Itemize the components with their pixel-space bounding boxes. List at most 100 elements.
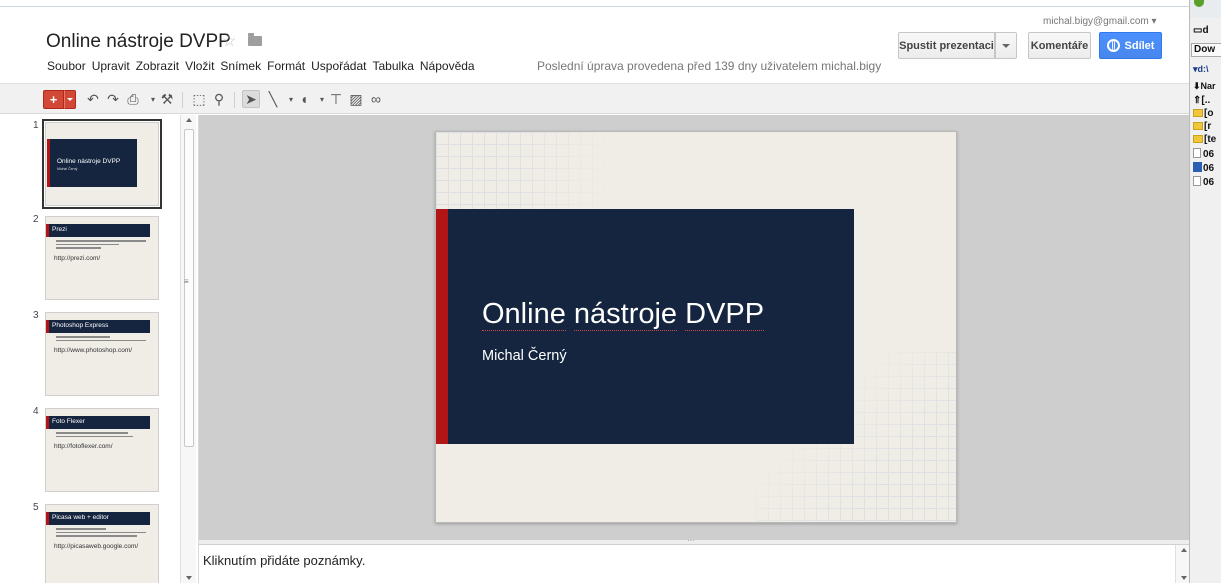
slide-thumbnail-3[interactable]: Photoshop Express http://www.photoshop.c… <box>45 312 159 396</box>
menu-insert[interactable]: Vložit <box>185 59 214 73</box>
menu-edit[interactable]: Upravit <box>92 59 130 73</box>
scroll-up-icon[interactable] <box>186 118 192 122</box>
thumb-title: Online nástroje DVPP <box>57 158 121 165</box>
paint-format-icon[interactable]: ⚒ <box>158 90 176 108</box>
thumb-bullets <box>56 432 146 439</box>
slide-number: 4 <box>33 406 39 417</box>
scroll-up-icon[interactable] <box>1181 548 1187 552</box>
slide-thumbnail-4[interactable]: Foto Flexer http://fotoflexer.com/ <box>45 408 159 492</box>
toolbar-separator <box>234 92 235 108</box>
thumb-title: Photoshop Express <box>52 322 109 329</box>
notes-scrollbar[interactable] <box>1175 545 1189 583</box>
globe-icon <box>1106 39 1120 52</box>
slide-thumbnail-2[interactable]: Prezi http://prezi.com/ <box>45 216 159 300</box>
file-icon <box>1193 148 1201 158</box>
toolbar: + ↶ ↷ ⎙ ▾ ⚒ ⬚ ⚲ ➤ ╲ ▾ ◖ ▾ ⊤ ▨ ∞ <box>0 83 1189 114</box>
thumb-bullets <box>56 240 146 251</box>
thumb-title-band: Foto Flexer <box>46 416 150 429</box>
menu-help[interactable]: Nápověda <box>420 59 475 73</box>
slide-subtitle[interactable]: Michal Černý <box>482 348 567 364</box>
link-icon[interactable]: ∞ <box>367 90 385 108</box>
folder-icon[interactable] <box>248 33 262 46</box>
textbox-icon[interactable]: ⊤ <box>327 90 345 108</box>
file-row[interactable]: [o <box>1193 108 1213 119</box>
file-row[interactable]: 06 <box>1193 176 1214 188</box>
title-word: nástroje <box>573 298 678 331</box>
menu-slide[interactable]: Snímek <box>220 59 261 73</box>
menu-table[interactable]: Tabulka <box>373 59 414 73</box>
share-label: Sdílet <box>1124 39 1155 52</box>
share-button[interactable]: Sdílet <box>1099 32 1162 59</box>
menu-file[interactable]: Soubor <box>47 59 86 73</box>
panel-header <box>1190 0 1221 18</box>
path-text: Dow <box>1194 44 1216 55</box>
line-icon[interactable]: ╲ <box>264 90 282 108</box>
name-column-header[interactable]: ⬇Nar <box>1193 81 1216 92</box>
file-row[interactable]: ⇑[.. <box>1193 95 1210 106</box>
thumb-title-band: Photoshop Express <box>46 320 150 333</box>
title-word: Online <box>482 298 566 331</box>
slide-thumbnail-5[interactable]: Picasa web + editor http://picasaweb.goo… <box>45 504 159 583</box>
menu-format[interactable]: Formát <box>267 59 305 73</box>
scroll-down-icon[interactable] <box>1181 576 1187 580</box>
fit-icon[interactable]: ⬚ <box>190 90 208 108</box>
word-doc-icon <box>1193 162 1202 172</box>
title-block: Online nástroje DVPP Michal Černý <box>436 209 854 444</box>
shape-icon[interactable]: ◖ <box>295 90 313 108</box>
drive-select[interactable]: ▾d:\ <box>1193 64 1209 75</box>
account-menu[interactable]: michal.bigy@gmail.com ▾ <box>1043 16 1157 27</box>
slide-canvas: Online nástroje DVPP Michal Černý <box>199 115 1189 539</box>
file-row[interactable]: [te <box>1193 134 1216 145</box>
slide-thumbnail-1[interactable]: Online nástroje DVPP Michal Černý <box>42 119 162 209</box>
comments-button[interactable]: Komentáře <box>1028 32 1091 59</box>
presentation-options-button[interactable] <box>995 32 1017 59</box>
filmstrip-scrollbar[interactable]: ≡ <box>180 115 196 583</box>
select-cursor-icon[interactable]: ➤ <box>242 90 260 108</box>
slide-number: 2 <box>33 214 39 225</box>
undo-icon[interactable]: ↶ <box>84 90 102 108</box>
thumb-title: Picasa web + editor <box>52 514 109 521</box>
file-manager-panel: ▭d Dow ▾d:\ ⬇Nar ⇑[.. [o [r [te 06 06 06 <box>1189 0 1221 583</box>
chevron-down-icon <box>67 98 73 101</box>
thumb-bullets <box>56 528 146 539</box>
last-edit-link[interactable]: Poslední úprava provedena před 139 dny u… <box>537 59 881 73</box>
thumb-bullets <box>56 336 146 343</box>
star-icon[interactable]: ☆ <box>222 31 236 51</box>
print-icon[interactable]: ⎙ <box>124 90 142 108</box>
zoom-icon[interactable]: ⚲ <box>210 90 228 108</box>
menu-view[interactable]: Zobrazit <box>136 59 179 73</box>
speaker-notes[interactable]: Kliknutím přidáte poznámky. <box>199 545 1189 583</box>
notes-placeholder[interactable]: Kliknutím přidáte poznámky. <box>203 553 365 568</box>
path-box[interactable]: Dow <box>1191 43 1221 57</box>
scroll-down-icon[interactable] <box>186 576 192 580</box>
file-row[interactable]: 06 <box>1193 162 1214 174</box>
file-row[interactable]: 06 <box>1193 148 1214 160</box>
slide-number: 3 <box>33 310 39 321</box>
current-slide[interactable]: Online nástroje DVPP Michal Černý <box>435 131 957 523</box>
leaf-icon <box>1194 0 1204 7</box>
title-word: DVPP <box>685 298 765 331</box>
drive-row[interactable]: ▭d <box>1193 25 1209 36</box>
new-slide-menu-button[interactable] <box>64 90 76 109</box>
document-title[interactable]: Online nástroje DVPP <box>46 31 231 53</box>
file-row[interactable]: [r <box>1193 121 1211 132</box>
new-slide-icon[interactable]: + <box>43 90 64 109</box>
thumb-subtitle: Michal Černý <box>57 167 78 171</box>
thumb-accent-bar <box>46 416 49 429</box>
scrollbar-thumb[interactable] <box>184 129 194 447</box>
redo-icon[interactable]: ↷ <box>104 90 122 108</box>
folder-icon <box>1193 122 1203 130</box>
image-icon[interactable]: ▨ <box>347 90 365 108</box>
file-icon <box>1193 176 1201 186</box>
resize-grip-icon[interactable]: ≡ <box>184 277 189 286</box>
slide-number: 1 <box>33 120 39 131</box>
thumb-title: Prezi <box>52 226 67 233</box>
slide-title[interactable]: Online nástroje DVPP <box>482 298 765 331</box>
thumb-link: http://prezi.com/ <box>54 255 101 262</box>
start-presentation-button[interactable]: Spustit prezentaci <box>898 32 995 59</box>
thumb-title: Foto Flexer <box>52 418 85 425</box>
folder-icon <box>1193 109 1203 117</box>
thumb-title-block: Online nástroje DVPP Michal Černý <box>47 139 137 187</box>
chevron-down-icon <box>1002 43 1010 48</box>
menu-arrange[interactable]: Uspořádat <box>311 59 366 73</box>
